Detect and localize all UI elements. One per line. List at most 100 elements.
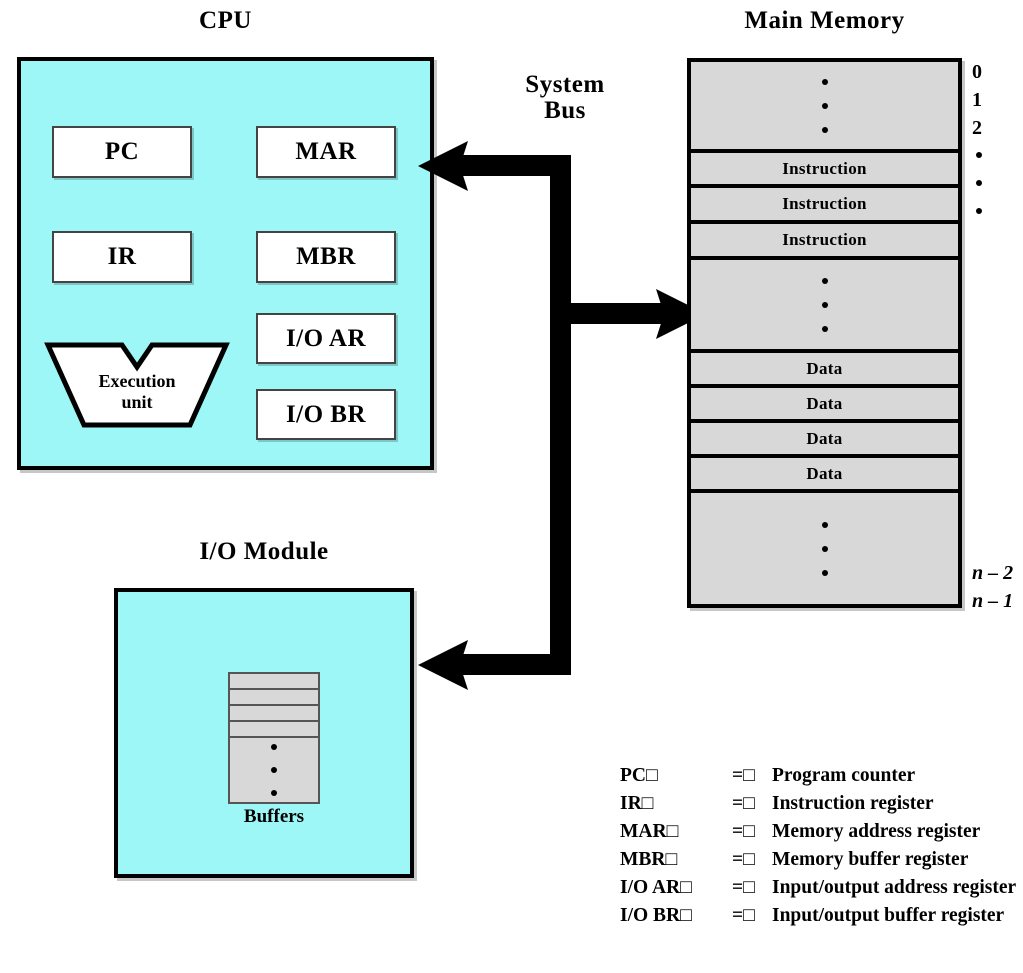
diagram-canvas: CPU PC MAR IR MBR I/O AR I/O BR Executio… [0,0,1023,973]
legend-row-mar: MAR□ =□ Memory address register [620,818,1016,846]
legend-desc-pc: Program counter [772,765,916,786]
memory-address-n-minus-2: n – 2 [972,562,1014,584]
memory-cell-label: Data [806,358,843,378]
dot [271,744,277,750]
legend-desc-mbr: Memory buffer register [772,849,969,871]
register-mar-label: MAR [295,138,357,165]
memory-address-dot-3 [976,208,982,214]
legend-desc-io-ar: Input/output address register [772,877,1017,899]
legend-abbr-io-ar: I/O AR□ [620,877,692,899]
memory-address-0: 0 [972,61,982,83]
legend-abbr-ir: IR□ [620,793,654,815]
dot [821,78,828,85]
memory-dots-middle [691,277,958,332]
register-io-ar[interactable]: I/O AR [256,313,396,364]
register-io-br-label: I/O BR [285,400,367,428]
register-mar[interactable]: MAR [256,126,396,178]
legend-eq-pc: =□ [732,765,755,786]
legend-desc-io-br: Input/output buffer register [772,905,1005,927]
bus-branch-to-cpu [460,155,565,176]
bus-arrowhead-to-cpu [418,141,468,191]
dot [271,767,277,773]
register-ir[interactable]: IR [52,231,192,283]
bus-branch-to-io [460,654,565,675]
dot [821,521,828,528]
memory-cell-instruction-2: Instruction [691,188,958,224]
io-buffers-label: Buffers [243,806,305,827]
dot [271,790,277,796]
memory-address-n-minus-1: n – 1 [972,590,1014,612]
dot [821,569,828,576]
legend-row-pc: PC□ =□ Program counter [620,762,1016,790]
buffer-row [230,690,318,706]
legend: PC□ =□ Program counter IR□ =□ Instructio… [620,762,1016,930]
register-mbr-label: MBR [296,243,356,270]
register-pc-label: PC [104,138,140,165]
buffer-dots [230,744,318,796]
memory-cell-label: Instruction [782,158,867,178]
register-io-ar-label: I/O AR [285,324,367,352]
register-ir-label: IR [107,243,137,270]
legend-abbr-mbr: MBR□ [620,849,678,871]
register-io-br[interactable]: I/O BR [256,389,396,440]
memory-cell-instruction-1: Instruction [691,153,958,188]
memory-cell-dots-bottom [691,493,958,604]
memory-cell-data-4: Data [691,458,958,493]
io-buffers [228,672,320,804]
legend-eq-mbr: =□ [732,849,755,871]
system-bus-title: System Bus [465,71,665,125]
memory-cell-data-1: Data [691,353,958,388]
dot [821,325,828,332]
cpu-title: CPU [199,7,252,34]
legend-row-io-br: I/O BR□ =□ Input/output buffer register [620,902,1016,930]
legend-row-ir: IR□ =□ Instruction register [620,790,1016,818]
system-bus-title-line1: System [525,71,605,98]
memory-cell-label: Data [806,393,843,413]
memory-cell-label: Instruction [782,194,867,213]
memory-cell-data-3: Data [691,423,958,458]
memory-address-dot-2 [976,180,982,186]
register-pc[interactable]: PC [52,126,192,178]
legend-desc-ir: Instruction register [772,793,934,815]
memory-cell-dots-top [691,62,958,153]
memory-address-1: 1 [972,89,982,111]
memory-address-2: 2 [972,117,982,139]
memory-title: Main Memory [744,7,905,34]
dot [821,545,828,552]
legend-desc-mar: Memory address register [772,821,981,843]
memory-box: Instruction Instruction Instruction Data… [687,58,962,608]
register-mbr[interactable]: MBR [256,231,396,283]
memory-dots-bottom [691,521,958,576]
dot [821,102,828,109]
memory-dots-top [691,78,958,133]
dot [821,301,828,308]
dot [821,277,828,284]
io-module-title: I/O Module [199,538,329,565]
memory-cell-dots-middle [691,260,958,353]
system-bus-title-line2: Bus [544,97,586,125]
legend-eq-io-br: =□ [732,905,755,927]
legend-row-io-ar: I/O AR□ =□ Input/output address register [620,874,1016,902]
buffer-row [230,706,318,722]
memory-cells: Instruction Instruction Instruction Data… [691,62,958,604]
legend-eq-ir: =□ [732,793,755,815]
bus-vertical-trunk [550,155,571,675]
legend-eq-io-ar: =□ [732,877,755,899]
legend-abbr-mar: MAR□ [620,821,679,843]
legend-abbr-pc: PC□ [620,765,658,786]
memory-cell-data-2: Data [691,388,958,423]
execution-unit-shape [44,342,230,428]
buffer-row [230,674,318,690]
memory-address-dot-1 [976,152,982,158]
legend-row-mbr: MBR□ =□ Memory buffer register [620,846,1016,874]
dot [821,126,828,133]
bus-arrowhead-to-io [418,640,468,690]
memory-cell-label: Data [806,463,843,483]
legend-eq-mar: =□ [732,821,755,843]
memory-cell-instruction-3: Instruction [691,224,958,260]
buffer-row-dots [230,738,318,802]
buffer-row [230,722,318,738]
legend-abbr-io-br: I/O BR□ [620,905,692,927]
memory-cell-label: Instruction [782,230,867,249]
execution-unit[interactable]: Execution unit [44,341,230,429]
